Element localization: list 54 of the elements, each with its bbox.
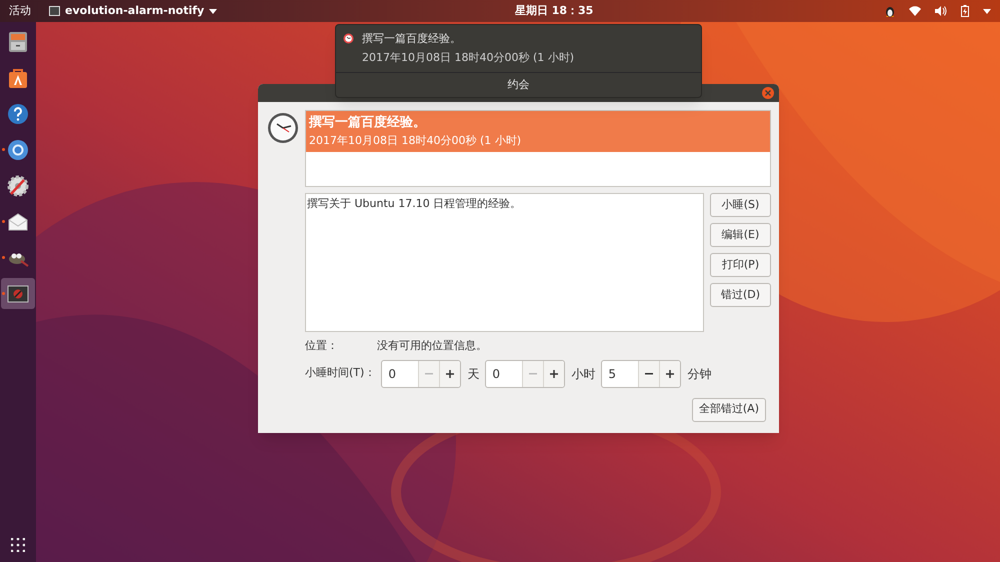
activities-button[interactable]: 活动	[9, 2, 31, 20]
battery-icon[interactable]	[961, 5, 969, 17]
action-button[interactable]: 小睡(S)	[710, 193, 771, 217]
clock-icon	[267, 112, 299, 144]
notification-action-button[interactable]: 约会	[336, 72, 701, 97]
action-button[interactable]: 编辑(E)	[710, 223, 771, 247]
minus-icon	[645, 372, 654, 374]
clock[interactable]: 星期日 18：35	[508, 2, 594, 20]
monitor-icon	[7, 284, 29, 302]
caret-icon	[209, 8, 218, 14]
close-icon	[765, 90, 771, 96]
dock-item[interactable]	[1, 278, 35, 309]
increment-button[interactable]	[659, 360, 680, 386]
plus-icon	[446, 370, 454, 378]
unit-label: 天	[467, 366, 480, 382]
penguin-icon[interactable]	[885, 6, 895, 16]
notification-title: 撰写一篇百度经验。	[362, 31, 462, 47]
shopping-bag-icon	[7, 66, 29, 88]
wifi-icon[interactable]	[909, 6, 921, 16]
alarm-time: 2017年10月08日 18时40分00秒 (1 小时)	[309, 133, 522, 149]
unit-label: 小时	[571, 366, 596, 382]
increment-button[interactable]	[439, 360, 460, 386]
number-spinner[interactable]: 5	[601, 360, 682, 388]
help-icon	[7, 102, 29, 124]
decrement-button[interactable]	[638, 360, 660, 386]
caret-icon[interactable]	[983, 8, 991, 14]
number-spinner[interactable]: 0	[485, 360, 566, 388]
dismiss-all-button[interactable]: 全部错过(A)	[692, 398, 766, 422]
gear-icon	[7, 174, 29, 196]
window-icon	[49, 6, 60, 16]
app-menu[interactable]: evolution-alarm-notify	[49, 2, 218, 20]
location-label: 位置：	[305, 338, 339, 354]
alarm-clock-icon	[343, 33, 354, 44]
browser-icon	[7, 138, 29, 160]
action-button[interactable]: 打印(P)	[710, 253, 771, 277]
number-spinner[interactable]: 0	[381, 360, 462, 388]
plus-icon	[666, 370, 674, 378]
plus-icon	[550, 370, 558, 378]
unit-label: 分钟	[687, 366, 712, 382]
notification-time: 2017年10月08日 18时40分00秒 (1 小时)	[362, 50, 574, 66]
action-button[interactable]: 错过(D)	[710, 283, 771, 307]
description-field[interactable]: 撰写关于 Ubuntu 17.10 日程管理的经验。	[305, 193, 704, 332]
description-text: 撰写关于 Ubuntu 17.10 日程管理的经验。	[307, 197, 522, 210]
location-value: 没有可用的位置信息。	[377, 338, 487, 354]
increment-button[interactable]	[543, 360, 564, 386]
envelope-icon	[7, 210, 29, 232]
close-button[interactable]	[762, 87, 774, 99]
minus-icon	[425, 372, 434, 374]
app-grid-icon[interactable]	[11, 538, 25, 552]
volume-icon[interactable]	[935, 6, 947, 16]
file-cabinet-icon	[7, 30, 29, 52]
snooze-label: 小睡时间(T)：	[305, 365, 376, 382]
minus-icon	[529, 372, 538, 374]
alarm-title: 撰写一篇百度经验。	[309, 114, 427, 132]
